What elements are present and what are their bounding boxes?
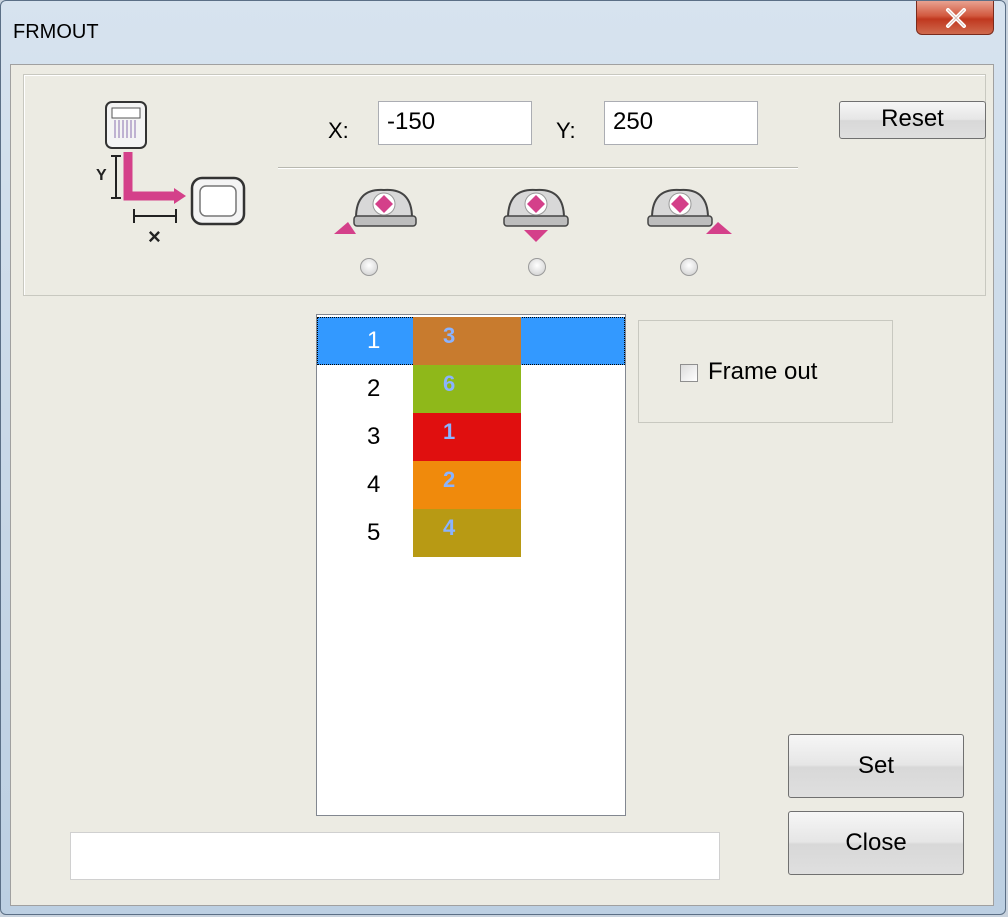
close-button[interactable]: Close bbox=[788, 811, 964, 875]
color-swatch: 6 bbox=[413, 365, 521, 413]
window-title: FRMOUT bbox=[13, 21, 99, 43]
title-bar[interactable]: FRMOUT bbox=[1, 1, 1005, 65]
list-item[interactable]: 5 4 bbox=[317, 509, 625, 557]
frame-out-right-radio[interactable] bbox=[680, 258, 698, 276]
list-item-index: 3 bbox=[367, 423, 381, 450]
frame-out-right-icon bbox=[647, 188, 732, 234]
frame-out-left-icon bbox=[334, 188, 417, 234]
needle-number: 2 bbox=[443, 467, 456, 492]
frame-out-down-radio[interactable] bbox=[528, 258, 546, 276]
offset-divider bbox=[278, 167, 798, 169]
color-swatch: 1 bbox=[413, 413, 521, 461]
color-swatch: 2 bbox=[413, 461, 521, 509]
window-close-button[interactable] bbox=[916, 1, 994, 35]
needle-number: 3 bbox=[443, 323, 456, 348]
machine-xy-offset-icon: Y × bbox=[96, 101, 246, 249]
y-label: Y: bbox=[556, 118, 576, 143]
color-swatch: 4 bbox=[413, 509, 521, 557]
status-field bbox=[70, 832, 720, 880]
x-offset-field[interactable]: -150 bbox=[378, 101, 532, 145]
frame-out-checkbox[interactable] bbox=[680, 364, 698, 382]
close-icon bbox=[946, 8, 966, 28]
list-item-index: 5 bbox=[367, 519, 381, 546]
axis-x-label: × bbox=[148, 224, 161, 249]
list-item-index: 4 bbox=[367, 471, 381, 498]
frame-out-down-icon bbox=[503, 188, 569, 242]
needle-number: 6 bbox=[443, 371, 456, 396]
needle-number: 1 bbox=[443, 419, 456, 444]
list-item[interactable]: 4 2 bbox=[317, 461, 625, 509]
frame-out-left-radio[interactable] bbox=[360, 258, 378, 276]
list-item-index: 1 bbox=[367, 327, 381, 354]
color-sequence-list[interactable]: 1 3 2 6 3 1 4 2 5 4 bbox=[316, 314, 626, 816]
y-offset-field[interactable]: 250 bbox=[604, 101, 758, 145]
list-item[interactable]: 3 1 bbox=[317, 413, 625, 461]
list-item[interactable]: 2 6 bbox=[317, 365, 625, 413]
list-item-index: 2 bbox=[367, 375, 381, 402]
axis-y-label: Y bbox=[96, 167, 107, 184]
x-label: X: bbox=[328, 118, 349, 143]
needle-number: 4 bbox=[443, 515, 456, 540]
color-swatch: 3 bbox=[413, 317, 521, 365]
reset-button[interactable]: Reset bbox=[839, 101, 986, 139]
frame-out-label[interactable]: Frame out bbox=[708, 358, 817, 386]
set-button[interactable]: Set bbox=[788, 734, 964, 798]
list-item[interactable]: 1 3 bbox=[317, 317, 625, 365]
